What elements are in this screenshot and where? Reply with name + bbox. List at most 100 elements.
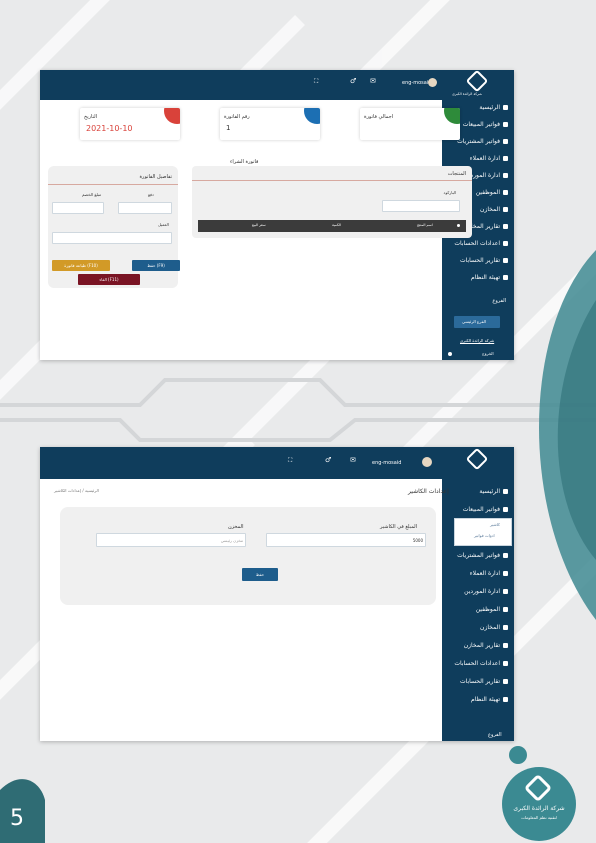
badge-dot	[509, 746, 527, 764]
bell-icon[interactable]: ♂	[350, 77, 356, 85]
mail-icon[interactable]: ✉	[370, 77, 376, 85]
sidebar-item-1[interactable]: فواتير المبيعات	[463, 503, 508, 515]
barcode-input[interactable]	[382, 200, 460, 212]
sidebar-item-8[interactable]: اعدادات الحسابات	[454, 657, 508, 669]
gear-icon	[503, 506, 508, 512]
sidebar-item-0[interactable]: الرئيسية	[479, 485, 508, 497]
amount-label: المبلغ في الكاشير	[380, 524, 418, 530]
avatar[interactable]	[422, 457, 432, 467]
sidebar-item-label: تهيئة النظام	[471, 273, 500, 281]
mail-icon[interactable]: ✉	[350, 456, 356, 464]
bag-icon	[503, 138, 508, 144]
paid-input[interactable]	[118, 202, 172, 214]
discount-input[interactable]	[52, 202, 104, 214]
user-name[interactable]: eng-mosaid	[402, 80, 431, 86]
page-title: إعدادات الكاشير	[408, 488, 449, 495]
branches-label: الفروع	[492, 298, 506, 304]
client-select[interactable]	[52, 232, 172, 244]
stat-card-date: التاريخ 2021-10-10	[80, 108, 180, 140]
bell-icon[interactable]: ♂	[325, 456, 331, 464]
stat-card-invoice-number: رقم الفاتورة 1	[220, 108, 320, 140]
gear-icon	[503, 696, 508, 702]
sidebar-item-label: ادارة العملاء	[469, 154, 500, 162]
sidebar-item-9[interactable]: تقارير الحسابات	[460, 675, 508, 687]
bag-icon	[503, 552, 508, 558]
table-col-name: اسم المنتج	[417, 223, 433, 227]
paid-label: دفع	[148, 192, 154, 197]
bag-icon	[503, 240, 508, 246]
logout-link[interactable]: الخروج	[482, 351, 494, 356]
sidebar-item-label: تقارير الحسابات	[459, 256, 500, 264]
print-invoice-button[interactable]: طباعة فاتورة (F10)	[52, 260, 110, 271]
sidebar-item-label: ادارة الموردين	[464, 587, 500, 595]
panel-header: المنتجات	[447, 171, 466, 177]
sidebar-item-label: اعدادات الحسابات	[454, 239, 500, 247]
company-link[interactable]: شركة الرائدة الكبرى	[460, 338, 494, 343]
store-select[interactable]: مخزن رئيسي	[96, 533, 246, 547]
section-title: فاتورة الشراء	[230, 159, 259, 165]
sidebar-item-8[interactable]: اعدادات الحسابات	[454, 237, 508, 249]
branches-label: الفروع	[488, 732, 502, 738]
sidebar-item-label: فواتير المبيعات	[462, 505, 500, 513]
card-accent	[304, 108, 320, 124]
sidebar-item-5[interactable]: الموظفين	[476, 186, 508, 198]
sidebar-item-4[interactable]: ادارة الموردين	[464, 585, 508, 597]
sidebar-item-label: الموظفين	[475, 605, 500, 613]
products-panel: المنتجات الباركود اسم المنتج الكمية سعر …	[192, 166, 472, 238]
card-accent	[444, 108, 460, 124]
fullscreen-icon[interactable]: ⛶	[288, 457, 292, 465]
sidebar-item-6[interactable]: المخازن	[480, 203, 508, 215]
sidebar-item-3[interactable]: ادارة العملاء	[470, 567, 508, 579]
invoice-details-panel: تفاصيل الفاتورة دفع مبلغ الخصم العميل حف…	[48, 166, 180, 288]
sidebar: الرئيسية فواتير المبيعات فواتير المشتريات ا…	[442, 447, 514, 741]
sidebar-item-0[interactable]: الرئيسية	[479, 101, 508, 113]
discount-label: مبلغ الخصم	[82, 192, 102, 197]
sidebar-item-label: تقارير الحسابات	[459, 677, 500, 685]
save-button[interactable]: حفظ (F9)	[132, 260, 180, 271]
sidebar-item-2[interactable]: فواتير المشتريات	[457, 549, 508, 561]
id-card-icon	[503, 606, 508, 612]
fullscreen-icon[interactable]: ⛶	[314, 78, 318, 86]
sidebar-item-label: المخازن	[480, 623, 500, 631]
barcode-label: الباركود	[443, 190, 456, 195]
avatar[interactable]	[428, 78, 437, 87]
submenu-item-invoice-tools[interactable]: ادوات فواتير	[474, 533, 495, 538]
submenu-item-cashier[interactable]: كاشير	[490, 522, 500, 527]
sidebar-item-label: الرئيسية	[479, 487, 500, 495]
bag-icon	[503, 223, 508, 229]
submenu	[454, 518, 512, 546]
cashier-settings-panel: المبلغ في الكاشير 5000 المخزن مخزن رئيسي…	[60, 507, 436, 605]
amount-input[interactable]: 5000	[266, 533, 426, 547]
stat-card-total: اجمالي فاتورة	[360, 108, 460, 140]
table-col-price: سعر البيع	[252, 223, 266, 227]
sidebar-item-3[interactable]: ادارة العملاء	[470, 152, 508, 164]
sidebar-item-6[interactable]: المخازن	[480, 621, 508, 633]
purchase-invoice-screenshot: eng-mosaid ≡ ♂ ✉ ⛶ شركة الرائدة الكبرى ا…	[40, 70, 514, 360]
sidebar-item-10[interactable]: تهيئة النظام	[471, 271, 508, 283]
badge-company-sub: لتقنية نظم المعلومات	[521, 815, 557, 820]
breadcrumb[interactable]: الرئيسية / إعدادات الكاشير	[54, 488, 99, 493]
id-card-icon	[503, 189, 508, 195]
sidebar-item-label: فواتير المشتريات	[457, 551, 500, 559]
user-name[interactable]: eng-mosaid	[372, 460, 401, 466]
sidebar-item-9[interactable]: تقارير الحسابات	[460, 254, 508, 266]
brand-name: شركة الرائدة الكبرى	[452, 92, 482, 96]
sidebar-item-2[interactable]: فواتير المشتريات	[457, 135, 508, 147]
stat-value: 2021-10-10	[86, 124, 133, 133]
badge-company-name: شركة الرائدة الكبرى	[513, 805, 565, 812]
sidebar-item-1[interactable]: فواتير المبيعات	[463, 118, 508, 130]
save-button[interactable]: حفظ	[242, 568, 278, 581]
cancel-button[interactable]: الغاء (F11)	[78, 274, 140, 285]
details-header: تفاصيل الفاتورة	[139, 174, 172, 180]
sidebar-item-5[interactable]: الموظفين	[476, 603, 508, 615]
dot-icon	[448, 352, 452, 356]
grid-icon	[503, 206, 508, 212]
chart-icon	[503, 155, 508, 161]
sidebar-item-label: المخازن	[480, 205, 500, 213]
sidebar-item-7[interactable]: تقارير المخازن	[464, 639, 508, 651]
bag-icon	[503, 642, 508, 648]
table-menu-icon[interactable]	[457, 224, 460, 227]
store-label: المخزن	[228, 524, 244, 530]
sidebar-item-label: الرئيسية	[479, 103, 500, 111]
sidebar-item-10[interactable]: تهيئة النظام	[471, 693, 508, 705]
